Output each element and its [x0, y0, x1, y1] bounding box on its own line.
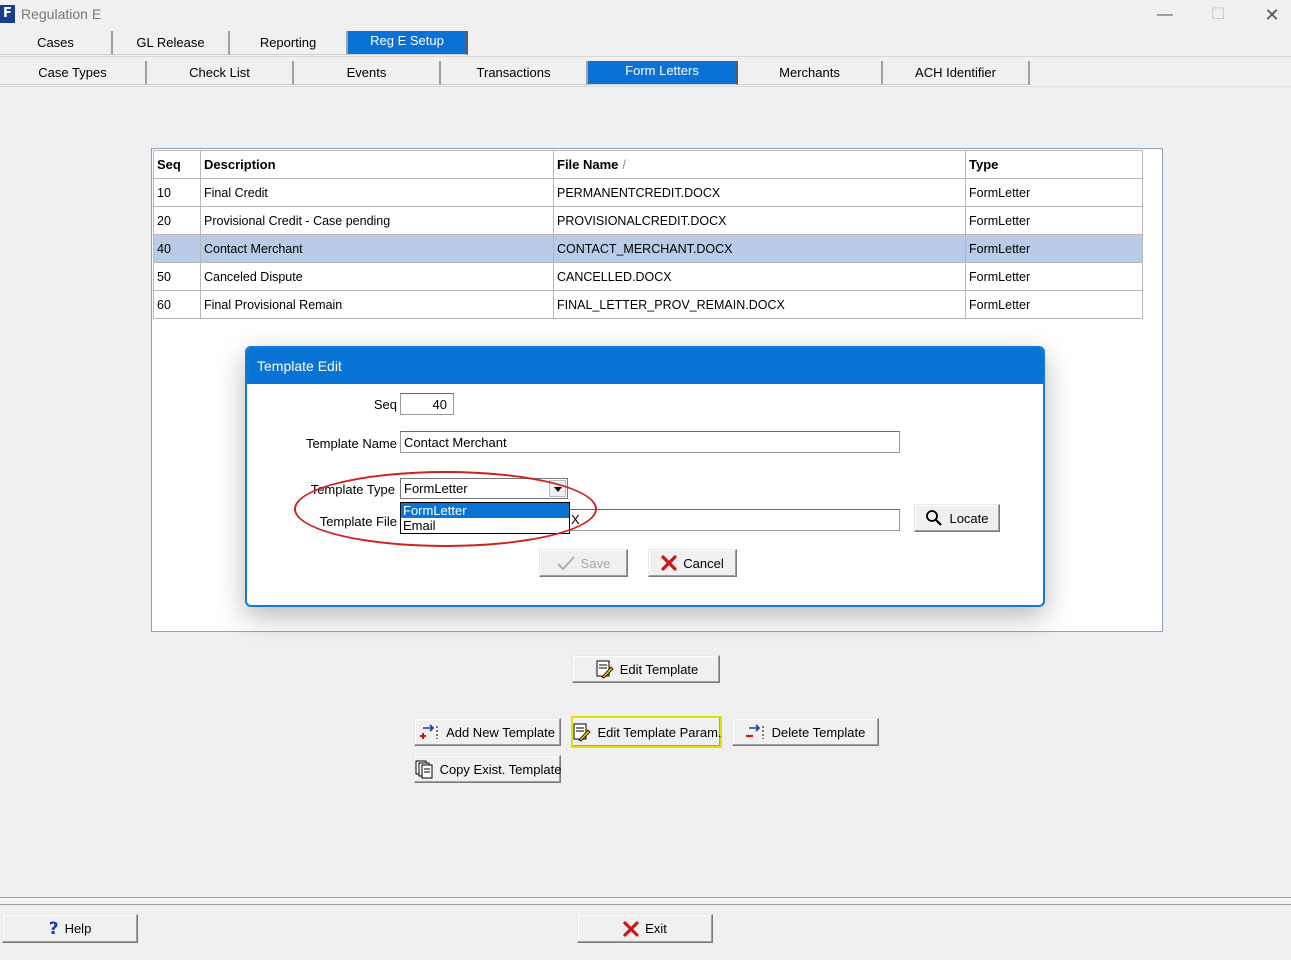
cell-type: FormLetter	[965, 206, 1143, 235]
table-row[interactable]: 20 Provisional Credit - Case pending PRO…	[153, 206, 1143, 235]
edit-template-param-button[interactable]: Edit Template Param.	[571, 716, 722, 748]
cancel-button[interactable]: Cancel	[648, 549, 737, 577]
template-type-dropdown-list: FormLetter Email	[400, 502, 570, 534]
tab-row-divider	[0, 56, 1291, 57]
cell-file-name: PERMANENTCREDIT.DOCX	[553, 178, 966, 207]
column-header-seq[interactable]: Seq	[153, 150, 201, 179]
template-type-label: Template Type	[310, 482, 395, 497]
cell-file-name: CONTACT_MERCHANT.DOCX	[553, 234, 966, 263]
minimize-button[interactable]: —	[1150, 4, 1180, 26]
subtab-merchants[interactable]: Merchants	[738, 61, 883, 85]
red-x-icon	[661, 555, 677, 571]
copy-pages-icon	[415, 760, 433, 779]
template-file-label: Template File	[319, 514, 397, 529]
checkmark-icon	[556, 556, 575, 571]
save-button-label: Save	[580, 555, 611, 571]
cell-description: Final Provisional Remain	[200, 290, 554, 319]
cell-file-name: PROVISIONALCREDIT.DOCX	[553, 206, 966, 235]
tab-reg-e-setup[interactable]: Reg E Setup	[348, 31, 468, 55]
window-title: Regulation E	[21, 6, 102, 22]
cancel-button-label: Cancel	[683, 555, 724, 571]
table-row[interactable]: 50 Canceled Dispute CANCELLED.DOCX FormL…	[153, 262, 1143, 291]
copy-existing-template-label: Copy Exist. Template	[439, 761, 562, 777]
save-button[interactable]: Save	[539, 549, 628, 577]
cell-seq: 10	[153, 178, 201, 207]
delete-template-button[interactable]: Delete Template	[732, 718, 879, 746]
cell-seq: 50	[153, 262, 201, 291]
subtab-transactions[interactable]: Transactions	[441, 61, 588, 85]
cell-type: FormLetter	[965, 262, 1143, 291]
tab-cases[interactable]: Cases	[0, 31, 113, 55]
tab-reporting[interactable]: Reporting	[230, 31, 348, 55]
search-icon	[926, 510, 943, 526]
cell-description: Provisional Credit - Case pending	[200, 206, 554, 235]
locate-button-label: Locate	[949, 510, 989, 526]
subtab-check-list[interactable]: Check List	[147, 61, 294, 85]
edit-document-icon	[596, 660, 614, 679]
footer-separator-inner	[0, 904, 1291, 906]
cell-description: Final Credit	[200, 178, 554, 207]
exit-button-label: Exit	[645, 921, 667, 936]
template-type-select[interactable]: FormLetter	[400, 478, 568, 499]
chevron-down-icon[interactable]	[549, 480, 566, 497]
cell-seq: 60	[153, 290, 201, 319]
cell-seq: 20	[153, 206, 201, 235]
table-row[interactable]: 10 Final Credit PERMANENTCREDIT.DOCX For…	[153, 178, 1143, 207]
template-name-input[interactable]	[400, 431, 900, 453]
cell-file-name: FINAL_LETTER_PROV_REMAIN.DOCX	[553, 290, 966, 319]
grid-header-row: Seq Description File Name / Type	[153, 150, 1143, 179]
dialog-title: Template Edit	[247, 348, 1043, 384]
column-header-file-name[interactable]: File Name /	[553, 150, 966, 179]
edit-document-icon	[573, 723, 592, 742]
edit-template-param-label: Edit Template Param.	[597, 724, 722, 740]
sort-ascending-icon: /	[622, 157, 627, 172]
footer-separator	[0, 897, 1291, 900]
exit-button[interactable]: Exit	[577, 914, 713, 943]
help-question-icon: ?	[48, 918, 59, 939]
title-bar	[0, 0, 1291, 30]
maximize-button[interactable]: ☐	[1203, 4, 1233, 26]
seq-label: Seq	[373, 397, 397, 412]
delete-arrow-icon	[745, 724, 764, 739]
cell-file-name: CANCELLED.DOCX	[553, 262, 966, 291]
subtab-events[interactable]: Events	[294, 61, 441, 85]
subtab-ach-identifier[interactable]: ACH Identifier	[883, 61, 1030, 85]
dropdown-option-email[interactable]: Email	[401, 518, 569, 533]
cell-type: FormLetter	[965, 290, 1143, 319]
template-file-value: X	[571, 512, 580, 527]
close-button[interactable]: ✕	[1257, 4, 1287, 26]
column-header-file-name-label: File Name	[557, 157, 619, 172]
subtab-case-types[interactable]: Case Types	[0, 61, 147, 85]
cell-seq: 40	[153, 234, 201, 263]
cell-description: Contact Merchant	[200, 234, 554, 263]
help-button[interactable]: ? Help	[2, 914, 138, 943]
table-row[interactable]: 60 Final Provisional Remain FINAL_LETTER…	[153, 290, 1143, 319]
add-new-template-label: Add New Template	[446, 724, 555, 740]
table-row-selected[interactable]: 40 Contact Merchant CONTACT_MERCHANT.DOC…	[153, 234, 1143, 263]
template-name-label: Template Name	[305, 436, 397, 451]
edit-template-button[interactable]: Edit Template	[572, 655, 720, 683]
add-arrow-icon	[420, 724, 438, 739]
column-header-description[interactable]: Description	[200, 150, 554, 179]
tab-gl-release[interactable]: GL Release	[113, 31, 230, 55]
red-x-icon	[623, 920, 639, 937]
help-button-label: Help	[64, 921, 92, 936]
column-header-type[interactable]: Type	[965, 150, 1143, 179]
seq-input[interactable]	[400, 393, 454, 415]
locate-button[interactable]: Locate	[914, 504, 1000, 532]
edit-template-label: Edit Template	[619, 661, 699, 677]
template-edit-dialog: Template Edit Seq Template Name Template…	[245, 346, 1045, 607]
dropdown-option-formletter[interactable]: FormLetter	[401, 503, 569, 518]
add-new-template-button[interactable]: Add New Template	[414, 718, 561, 746]
copy-existing-template-button[interactable]: Copy Exist. Template	[414, 755, 561, 783]
subtab-form-letters[interactable]: Form Letters	[588, 61, 738, 85]
template-type-value: FormLetter	[404, 481, 468, 496]
cell-description: Canceled Dispute	[200, 262, 554, 291]
subtab-row-divider	[0, 86, 1291, 87]
app-icon: F	[0, 5, 15, 23]
form-letters-grid: Seq Description File Name / Type 10 Final…	[153, 150, 1143, 319]
delete-template-label: Delete Template	[771, 724, 866, 740]
cell-type: FormLetter	[965, 178, 1143, 207]
cell-type: FormLetter	[965, 234, 1143, 263]
